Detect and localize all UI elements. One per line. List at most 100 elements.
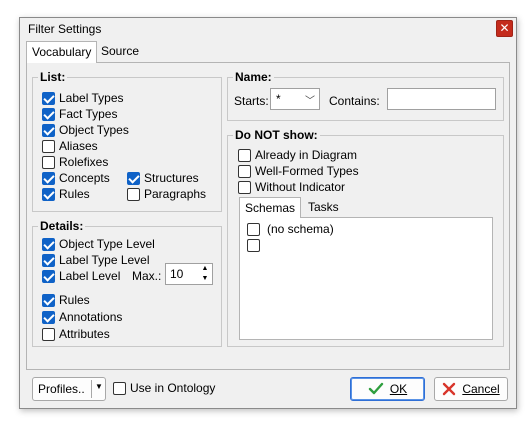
checkbox-concepts[interactable]: Concepts [42,170,110,186]
checkbox-label: Label Type Level [59,253,150,267]
checkbox-rolefixes[interactable]: Rolefixes [42,154,108,170]
checkbox-box[interactable] [238,180,251,194]
starts-value: * [276,92,281,106]
checkbox-box[interactable] [42,123,55,137]
details-group: Details: Object Type Level Label Type Le… [32,219,222,347]
schema-item-label: (no schema) [267,222,334,236]
schemas-list[interactable]: (no schema) [239,217,493,340]
checkbox-box[interactable] [113,381,126,395]
checkbox-box[interactable] [42,107,55,121]
checkbox-box[interactable] [42,327,55,341]
checkbox-well-formed-types[interactable]: Well-Formed Types [238,163,359,179]
checkbox-label: Object Type Level [59,237,155,251]
checkbox-label: Fact Types [59,107,118,121]
checkbox-label: Rules [59,293,90,307]
checkbox-box[interactable] [42,269,55,283]
check-icon [368,382,384,395]
checkbox-box[interactable] [238,148,251,162]
checkbox-rules[interactable]: Rules [42,186,90,202]
checkbox-structures[interactable]: Structures [127,170,199,186]
cancel-button[interactable]: Cancel [434,377,508,401]
checkbox-label: Label Level [59,269,121,283]
do-not-show-group: Do NOT show: Already in Diagram Well-For… [227,128,504,347]
starts-select[interactable]: * ﹀ [270,88,320,110]
spin-arrows-icon[interactable]: ▲ ▼ [200,264,210,284]
checkbox-box[interactable] [238,164,251,178]
list-item[interactable] [247,237,264,253]
checkbox-label: Annotations [59,310,123,324]
checkbox-annotations[interactable]: Annotations [42,309,122,325]
name-group: Name: Starts: * ﹀ Contains: [227,70,504,121]
max-level-stepper[interactable]: 10 ▲ ▼ [165,263,213,285]
checkbox-box[interactable] [42,310,55,324]
checkbox-label: Rules [59,187,90,201]
profiles-button[interactable]: Profiles.. ▼ [32,377,106,401]
dialog-title: Filter Settings [28,22,102,36]
split-divider [91,380,92,398]
checkbox-label: Well-Formed Types [255,164,359,178]
cancel-label: Cancel [462,382,500,396]
profiles-label: Profiles.. [38,382,85,396]
contains-label: Contains: [329,94,380,108]
checkbox-box[interactable] [42,139,55,153]
name-group-title: Name: [233,70,274,84]
checkbox-attributes[interactable]: Attributes [42,326,110,342]
checkbox-without-indicator[interactable]: Without Indicator [238,179,345,195]
checkbox-rules-detail[interactable]: Rules [42,292,90,308]
checkbox-object-type-level[interactable]: Object Type Level [42,236,155,252]
chevron-down-icon: ﹀ [305,96,315,107]
list-item[interactable]: (no schema) [247,221,334,237]
tab-vocabulary-label: Vocabulary [32,45,92,59]
checkbox-box[interactable] [42,91,55,105]
checkbox-paragraphs[interactable]: Paragraphs [127,186,206,202]
checkbox-box[interactable] [247,238,260,252]
checkbox-box[interactable] [42,187,55,201]
checkbox-box[interactable] [127,171,140,185]
details-group-title: Details: [38,219,86,233]
checkbox-box[interactable] [42,155,55,169]
checkbox-label: Concepts [59,171,110,185]
list-group-title: List: [38,70,68,84]
tab-schemas-label: Schemas [245,201,296,215]
checkbox-box[interactable] [42,171,55,185]
checkbox-box[interactable] [42,237,55,251]
tab-tasks-label: Tasks [308,200,339,214]
tab-source-label: Source [101,44,140,58]
checkbox-label: Rolefixes [59,155,109,169]
max-level-value: 10 [170,267,184,281]
tab-vocabulary[interactable]: Vocabulary [26,41,98,63]
starts-label: Starts: [234,94,269,108]
checkbox-box[interactable] [127,187,140,201]
tab-schemas[interactable]: Schemas [239,197,302,218]
tab-source[interactable]: Source [96,41,144,62]
checkbox-box[interactable] [42,293,55,307]
filter-settings-dialog: Filter Settings ✕ Vocabulary Source List… [19,17,517,409]
checkbox-label: Use in Ontology [130,381,216,395]
checkbox-label-types[interactable]: Label Types [42,90,124,106]
checkbox-box[interactable] [42,253,55,267]
tab-tasks[interactable]: Tasks [303,197,344,217]
close-icon: ✕ [499,21,510,35]
contains-input[interactable] [387,88,496,110]
checkbox-label: Aliases [59,139,98,153]
checkbox-label: Structures [144,171,199,185]
ok-label: OK [389,382,408,396]
checkbox-label: Without Indicator [255,180,346,194]
checkbox-aliases[interactable]: Aliases [42,138,98,154]
vocabulary-panel: List: Label Types Fact Types Object Type… [26,62,510,370]
checkbox-label: Label Types [59,91,124,105]
ok-button[interactable]: OK [350,377,425,401]
checkbox-object-types[interactable]: Object Types [42,122,129,138]
checkbox-already-in-diagram[interactable]: Already in Diagram [238,147,357,163]
dropdown-arrow-icon[interactable]: ▼ [95,382,103,391]
x-icon [443,382,456,396]
checkbox-label: Paragraphs [144,187,207,201]
checkbox-label-level[interactable]: Label Level [42,268,120,284]
do-not-show-group-title: Do NOT show: [233,128,320,142]
checkbox-fact-types[interactable]: Fact Types [42,106,117,122]
close-button[interactable]: ✕ [496,20,513,37]
checkbox-use-in-ontology[interactable]: Use in Ontology [113,380,215,396]
checkbox-label-type-level[interactable]: Label Type Level [42,252,150,268]
checkbox-box[interactable] [247,222,260,236]
max-label: Max.: [132,269,162,283]
